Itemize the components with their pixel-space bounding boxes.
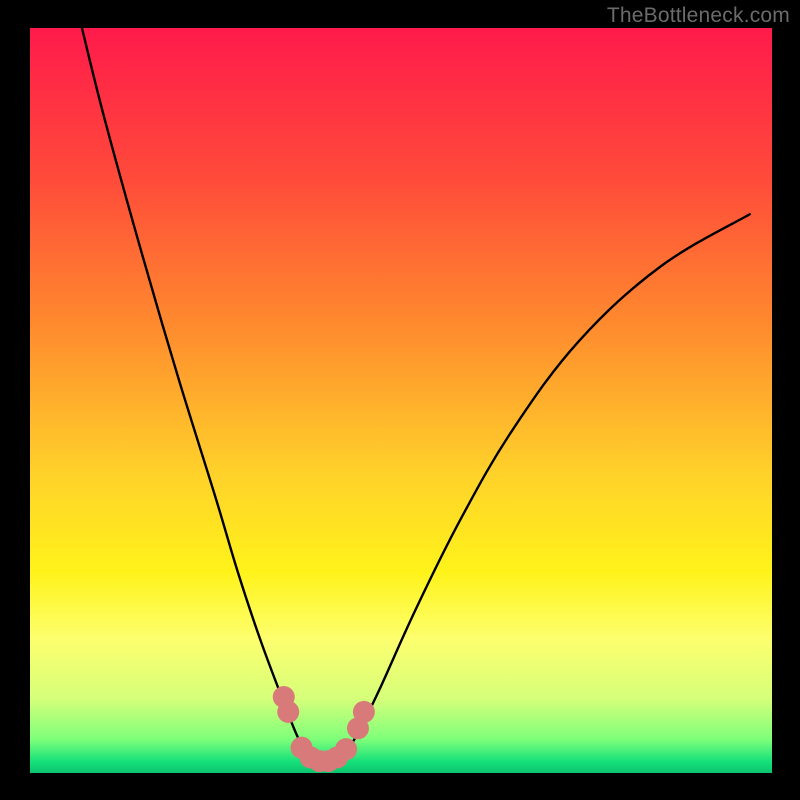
bottleneck-chart — [0, 0, 800, 800]
highlight-dot — [335, 738, 357, 760]
watermark-text: TheBottleneck.com — [607, 4, 790, 28]
gradient-background — [30, 28, 772, 773]
highlight-dot — [277, 701, 299, 723]
chart-frame: TheBottleneck.com — [0, 0, 800, 800]
highlight-dot — [353, 701, 375, 723]
